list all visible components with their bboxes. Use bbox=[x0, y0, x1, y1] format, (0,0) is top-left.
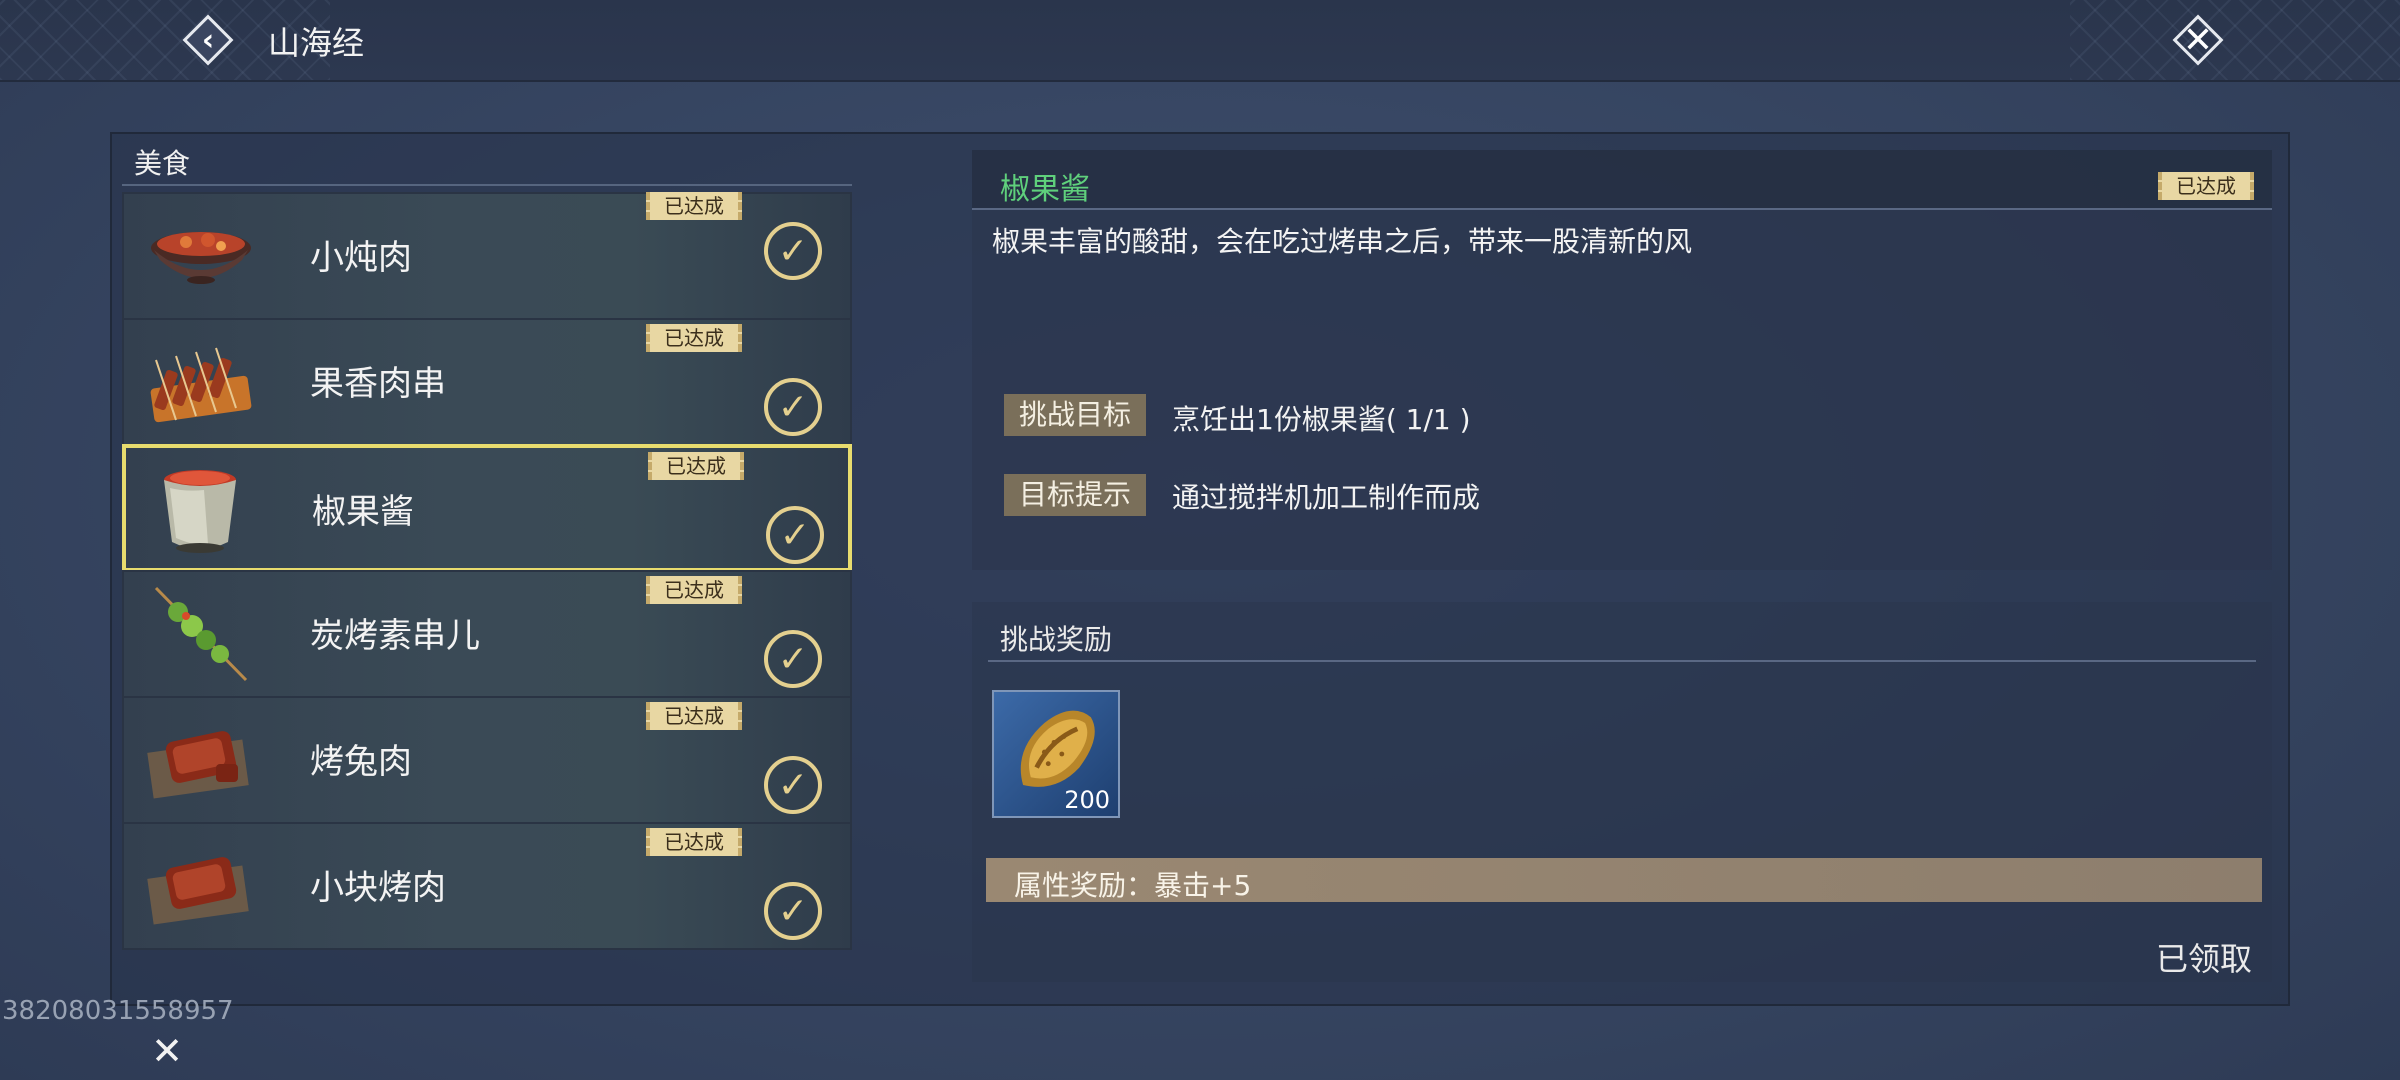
food-name: 炭烤素串儿 bbox=[310, 616, 480, 656]
close-small-icon[interactable]: ✕ bbox=[142, 1026, 192, 1076]
challenge-goal-text: 烹饪出1份椒果酱( 1/1 ) bbox=[1172, 403, 1471, 436]
food-name: 小块烤肉 bbox=[310, 868, 446, 908]
detail-achieved-badge: 已达成 bbox=[2158, 172, 2254, 200]
check-icon: ✓ bbox=[764, 222, 822, 280]
check-icon: ✓ bbox=[764, 882, 822, 940]
sauce-cup-icon bbox=[164, 470, 236, 553]
food-name: 果香肉串 bbox=[310, 364, 446, 404]
top-bar: ‹ 山海经 ✕ bbox=[0, 0, 2400, 82]
back-chevron-icon: ‹ bbox=[201, 22, 215, 58]
detail-title: 椒果酱 bbox=[1000, 172, 1090, 207]
food-name: 烤兔肉 bbox=[310, 742, 412, 782]
food-item[interactable]: 炭烤素串儿 已达成 ✓ bbox=[122, 570, 852, 698]
achieved-badge: 已达成 bbox=[646, 702, 742, 730]
category-label: 美食 bbox=[134, 147, 191, 180]
close-button[interactable]: ✕ bbox=[2166, 8, 2230, 72]
detail-description: 椒果丰富的酸甜，会在吃过烤串之后，带来一股清新的风 bbox=[992, 225, 1693, 258]
food-item[interactable]: 果香肉串 已达成 ✓ bbox=[122, 318, 852, 446]
page-title: 山海经 bbox=[268, 24, 365, 62]
food-name: 小炖肉 bbox=[310, 238, 412, 278]
food-list-panel[interactable]: 美食 小炖肉 已达成 ✓ 果香肉串 已达成 ✓ 椒果酱 已达成 ✓ 炭烤素串儿 … bbox=[116, 136, 856, 996]
check-icon: ✓ bbox=[764, 630, 822, 688]
check-icon: ✓ bbox=[764, 378, 822, 436]
goal-hint-text: 通过搅拌机加工制作而成 bbox=[1172, 481, 1481, 514]
check-icon: ✓ bbox=[764, 756, 822, 814]
achieved-badge: 已达成 bbox=[646, 324, 742, 352]
veggie-skewer-icon bbox=[154, 586, 248, 682]
goal-hint-label: 目标提示 bbox=[1004, 474, 1146, 516]
meat-skewers-icon bbox=[150, 347, 252, 423]
topbar-pattern-right bbox=[2070, 0, 2400, 80]
detail-panel: 椒果酱 已达成 椒果丰富的酸甜，会在吃过烤串之后，带来一股清新的风 挑战目标 烹… bbox=[972, 150, 2272, 570]
player-uid: 38208031558957 bbox=[2, 996, 234, 1026]
reward-quantity: 200 bbox=[1064, 786, 1110, 814]
food-item-selected[interactable]: 椒果酱 已达成 ✓ bbox=[122, 444, 852, 572]
page: ‹ 山海经 ✕ 美食 小炖肉 已达成 ✓ 果香肉串 已达成 ✓ 椒果酱 已达成 … bbox=[0, 0, 2400, 1080]
close-x-icon: ✕ bbox=[2182, 19, 2214, 61]
check-icon: ✓ bbox=[766, 506, 824, 564]
attribute-reward-text: 属性奖励：暴击+5 bbox=[1014, 869, 1252, 902]
claimed-status: 已领取 bbox=[2155, 940, 2252, 978]
food-item[interactable]: 小炖肉 已达成 ✓ bbox=[122, 192, 852, 320]
food-name: 椒果酱 bbox=[312, 492, 414, 532]
stew-bowl-icon bbox=[151, 232, 251, 284]
roast-rabbit-icon bbox=[147, 731, 249, 799]
attribute-reward-bar: 属性奖励：暴击+5 bbox=[986, 858, 2262, 902]
detail-header: 椒果酱 已达成 bbox=[972, 150, 2272, 210]
reward-item[interactable]: 200 bbox=[992, 690, 1120, 818]
reward-title: 挑战奖励 bbox=[1000, 623, 1113, 656]
achieved-badge: 已达成 bbox=[648, 452, 744, 480]
category-divider bbox=[122, 184, 852, 186]
reward-panel: 挑战奖励 200 属性奖励：暴击+5 已领取 bbox=[972, 602, 2272, 982]
challenge-goal-label: 挑战目标 bbox=[1004, 394, 1146, 436]
reward-divider bbox=[988, 660, 2256, 662]
food-item[interactable]: 小块烤肉 已达成 ✓ bbox=[122, 822, 852, 950]
back-button[interactable]: ‹ bbox=[178, 10, 238, 70]
achieved-badge: 已达成 bbox=[646, 192, 742, 220]
achieved-badge: 已达成 bbox=[646, 828, 742, 856]
roast-meat-icon bbox=[147, 857, 249, 925]
achieved-badge: 已达成 bbox=[646, 576, 742, 604]
food-item[interactable]: 烤兔肉 已达成 ✓ bbox=[122, 696, 852, 824]
